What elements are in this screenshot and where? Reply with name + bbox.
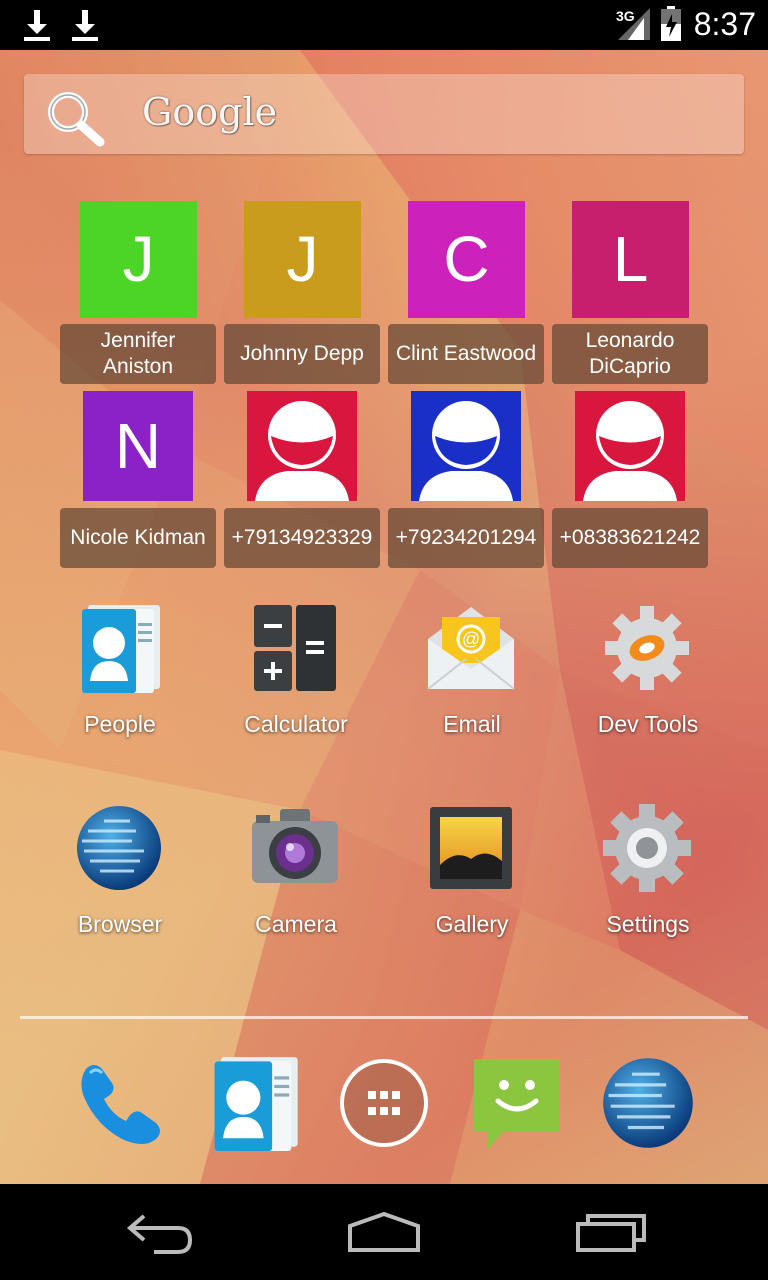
contact-name: +79234201294 bbox=[388, 508, 544, 568]
contact-name: +08383621242 bbox=[552, 508, 708, 568]
app-label: Email bbox=[443, 711, 501, 737]
contact-avatar: C bbox=[408, 201, 525, 318]
app-drawer-button[interactable] bbox=[336, 1055, 432, 1151]
app-label: Dev Tools bbox=[597, 711, 699, 737]
contact-name: Johnny Depp bbox=[224, 324, 380, 384]
app-browser[interactable]: Browser bbox=[32, 803, 202, 973]
default-avatar-icon bbox=[411, 391, 521, 501]
clock: 8:37 bbox=[693, 6, 756, 42]
back-icon[interactable] bbox=[124, 1204, 196, 1265]
download-icon bbox=[22, 8, 52, 47]
battery-icon bbox=[660, 6, 682, 47]
app-drawer-icon bbox=[336, 1059, 432, 1155]
status-bar: 3G 8:37 bbox=[0, 0, 768, 50]
people-icon bbox=[206, 1057, 302, 1155]
app-calculator[interactable]: Calculator bbox=[208, 603, 378, 773]
google-search-bar[interactable]: Google bbox=[24, 74, 744, 154]
recents-icon[interactable] bbox=[572, 1204, 648, 1265]
camera-icon bbox=[250, 803, 340, 893]
app-label: Browser bbox=[77, 911, 163, 937]
home-icon[interactable] bbox=[344, 1204, 424, 1265]
network-type: 3G bbox=[616, 8, 635, 24]
contact-name: +79134923329 bbox=[224, 508, 380, 568]
dock-people[interactable] bbox=[206, 1055, 302, 1151]
default-avatar-icon bbox=[575, 391, 685, 501]
navigation-bar bbox=[0, 1184, 768, 1280]
contact-name: Clint Eastwood bbox=[388, 324, 544, 384]
contact-name: Leonardo DiCaprio bbox=[552, 324, 708, 384]
app-label: Settings bbox=[606, 911, 690, 937]
dock-browser[interactable] bbox=[600, 1055, 696, 1151]
gallery-icon bbox=[426, 803, 516, 893]
contact-avatar: J bbox=[80, 201, 197, 318]
people-icon bbox=[74, 603, 164, 693]
app-people[interactable]: People bbox=[32, 603, 202, 773]
settings-icon bbox=[602, 803, 692, 893]
contact-name: Jennifer Aniston bbox=[60, 324, 216, 384]
app-email[interactable]: @ Email bbox=[384, 603, 554, 773]
app-gallery[interactable]: Gallery bbox=[384, 803, 554, 973]
app-label: Calculator bbox=[244, 711, 348, 737]
app-dev-tools[interactable]: Dev Tools bbox=[560, 603, 730, 773]
google-logo: Google bbox=[142, 90, 278, 134]
dock-divider bbox=[20, 1016, 748, 1019]
calculator-icon bbox=[250, 603, 340, 693]
browser-icon bbox=[74, 803, 164, 893]
search-icon bbox=[44, 88, 106, 153]
contact-avatar: L bbox=[572, 201, 689, 318]
dock-messaging[interactable] bbox=[470, 1055, 566, 1151]
app-camera[interactable]: Camera bbox=[208, 803, 378, 973]
browser-icon bbox=[600, 1058, 696, 1155]
phone-icon bbox=[72, 1065, 168, 1155]
svg-text:@: @ bbox=[462, 629, 480, 649]
messaging-icon bbox=[470, 1059, 566, 1155]
download-icon bbox=[70, 8, 100, 47]
contact-avatar: N bbox=[83, 391, 193, 501]
contact-avatar: J bbox=[244, 201, 361, 318]
dev-tools-icon bbox=[602, 603, 692, 693]
dock-phone[interactable] bbox=[72, 1055, 168, 1151]
contact-name: Nicole Kidman bbox=[60, 508, 216, 568]
app-label: People bbox=[84, 711, 156, 737]
default-avatar-icon bbox=[247, 391, 357, 501]
email-icon: @ bbox=[426, 603, 516, 693]
app-label: Camera bbox=[255, 911, 337, 937]
app-label: Gallery bbox=[435, 911, 509, 937]
app-settings[interactable]: Settings bbox=[560, 803, 730, 973]
